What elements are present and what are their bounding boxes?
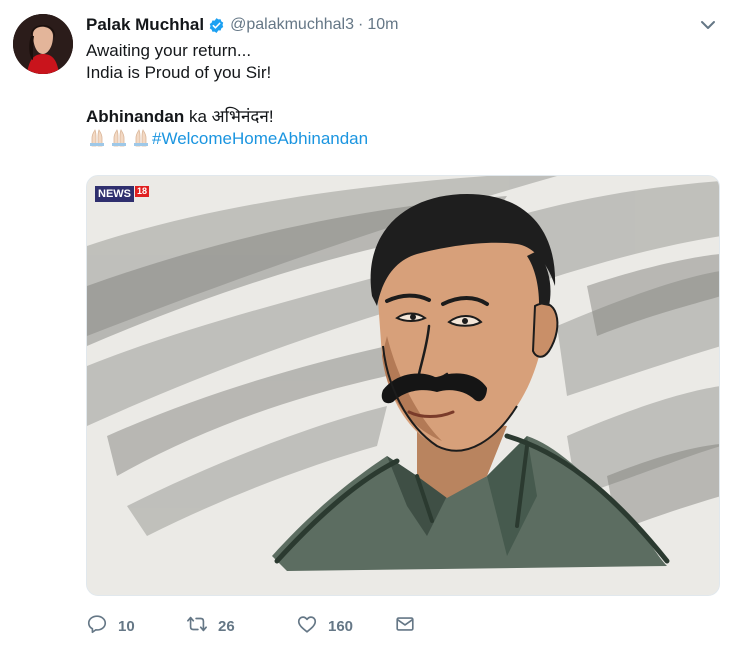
retweet-button[interactable]: 26	[186, 613, 296, 639]
tweet-image[interactable]: NEWS 18	[86, 175, 720, 596]
separator-dot: ·	[357, 16, 364, 33]
bold-mention: Abhinandan	[86, 107, 185, 126]
like-count: 160	[328, 617, 354, 635]
author-name[interactable]: Palak Muchhal	[86, 15, 204, 35]
news-logo-number: 18	[135, 186, 150, 197]
direct-message-button[interactable]	[394, 613, 416, 639]
news-logo-text: NEWS	[95, 186, 134, 202]
tweet-line-rest: ka अभिनंदन!	[184, 107, 274, 126]
tweet-actions: 10 26 160	[86, 613, 416, 639]
news18-logo: NEWS 18	[95, 186, 150, 202]
tweet-text: Awaiting your return... India is Proud o…	[86, 40, 706, 150]
like-icon	[296, 613, 318, 639]
direct-message-icon	[394, 613, 416, 639]
chevron-down-icon[interactable]	[698, 15, 718, 35]
folded-hands-icon	[86, 129, 108, 147]
tweet-line: Abhinandan ka अभिनंदन!	[86, 106, 706, 128]
like-button[interactable]: 160	[296, 613, 394, 639]
verified-badge-icon	[208, 17, 225, 34]
folded-hands-icon	[130, 129, 152, 147]
reply-button[interactable]: 10	[86, 613, 186, 639]
author-handle[interactable]: @palakmuchhal3	[230, 16, 354, 34]
retweet-count: 26	[218, 617, 235, 635]
avatar[interactable]	[13, 14, 73, 74]
retweet-icon	[186, 613, 208, 639]
reply-count: 10	[118, 617, 135, 635]
tweet-line: India is Proud of you Sir!	[86, 63, 272, 82]
tweet: Palak Muchhal @palakmuchhal3 · 10m Await…	[0, 0, 734, 649]
hashtag-link[interactable]: #WelcomeHomeAbhinandan	[152, 129, 368, 148]
tweet-header: Palak Muchhal @palakmuchhal3 · 10m	[86, 14, 398, 36]
tweet-line: Awaiting your return...	[86, 41, 252, 60]
tweet-line: #WelcomeHomeAbhinandan	[86, 128, 706, 150]
reply-icon	[86, 613, 108, 639]
folded-hands-icon	[108, 129, 130, 147]
timestamp[interactable]: 10m	[367, 16, 398, 34]
